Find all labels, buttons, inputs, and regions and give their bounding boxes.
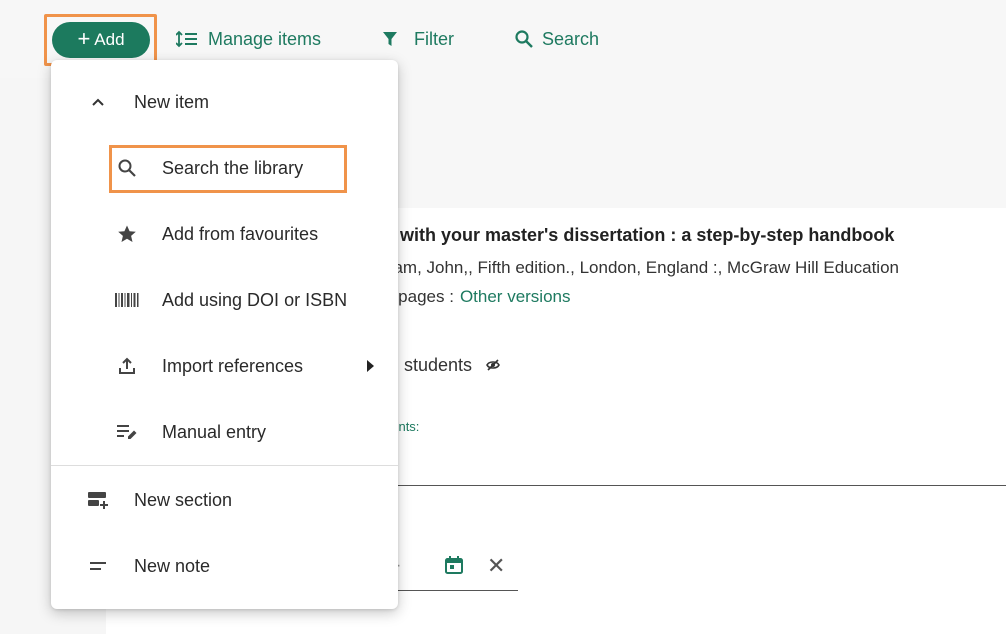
filter-button[interactable]: Filter [382,26,454,52]
menu-add-doi-isbn-label: Add using DOI or ISBN [162,289,348,310]
menu-import-references-label: Import references [162,355,304,376]
menu-search-library-label: Search the library [162,157,304,178]
menu-new-note[interactable]: New note [51,533,398,599]
menu-add-favourites[interactable]: Add from favourites [51,201,398,267]
star-icon [115,222,139,246]
short-text-icon [86,554,110,578]
menu-manual-entry-label: Manual entry [162,421,267,442]
date-field[interactable]: · ✕ [384,545,518,591]
menu-manual-entry[interactable]: Manual entry [51,399,398,465]
search-button[interactable]: Search [514,26,599,52]
filter-icon [382,31,398,47]
add-section-icon [86,488,110,512]
item-meta: gam, John,, Fifth edition., London, Engl… [384,258,899,277]
clear-icon[interactable]: ✕ [487,553,505,579]
divider-line [384,485,1006,486]
sort-list-icon [176,30,198,48]
search-icon [115,156,139,180]
barcode-icon [115,288,139,312]
chevron-up-icon [86,90,110,114]
menu-new-item-label: New item [134,91,210,112]
item-title[interactable]: g with your master's dissertation : a st… [384,225,894,246]
menu-add-favourites-label: Add from favourites [162,223,319,244]
menu-new-note-label: New note [134,555,211,576]
add-button[interactable]: + Add [52,22,150,58]
search-label: Search [542,28,600,49]
manage-items-label: Manage items [208,28,322,49]
add-dropdown-menu: New item Search the library Add from fav… [51,60,398,609]
menu-new-section-label: New section [134,489,233,510]
caret-right-icon [367,360,374,372]
menu-search-library[interactable]: Search the library [51,135,398,201]
upload-icon [115,354,139,378]
menu-divider [51,465,398,466]
menu-import-references[interactable]: Import references [51,333,398,399]
menu-new-item[interactable]: New item [51,69,398,135]
plus-icon: + [77,26,91,51]
item-pages: 0 pages : Other versions [384,287,571,307]
menu-new-section[interactable]: New section [51,467,398,533]
search-icon [514,29,534,49]
item-note: m students [384,355,500,376]
filter-label: Filter [414,28,454,49]
other-versions-link[interactable]: Other versions [460,287,571,306]
calendar-icon[interactable] [444,555,464,580]
manage-items-button[interactable]: Manage items [176,26,321,52]
eye-off-icon[interactable] [486,355,500,376]
menu-add-doi-isbn[interactable]: Add using DOI or ISBN [51,267,398,333]
edit-note-icon [115,420,139,444]
add-button-label: Add [94,30,125,49]
